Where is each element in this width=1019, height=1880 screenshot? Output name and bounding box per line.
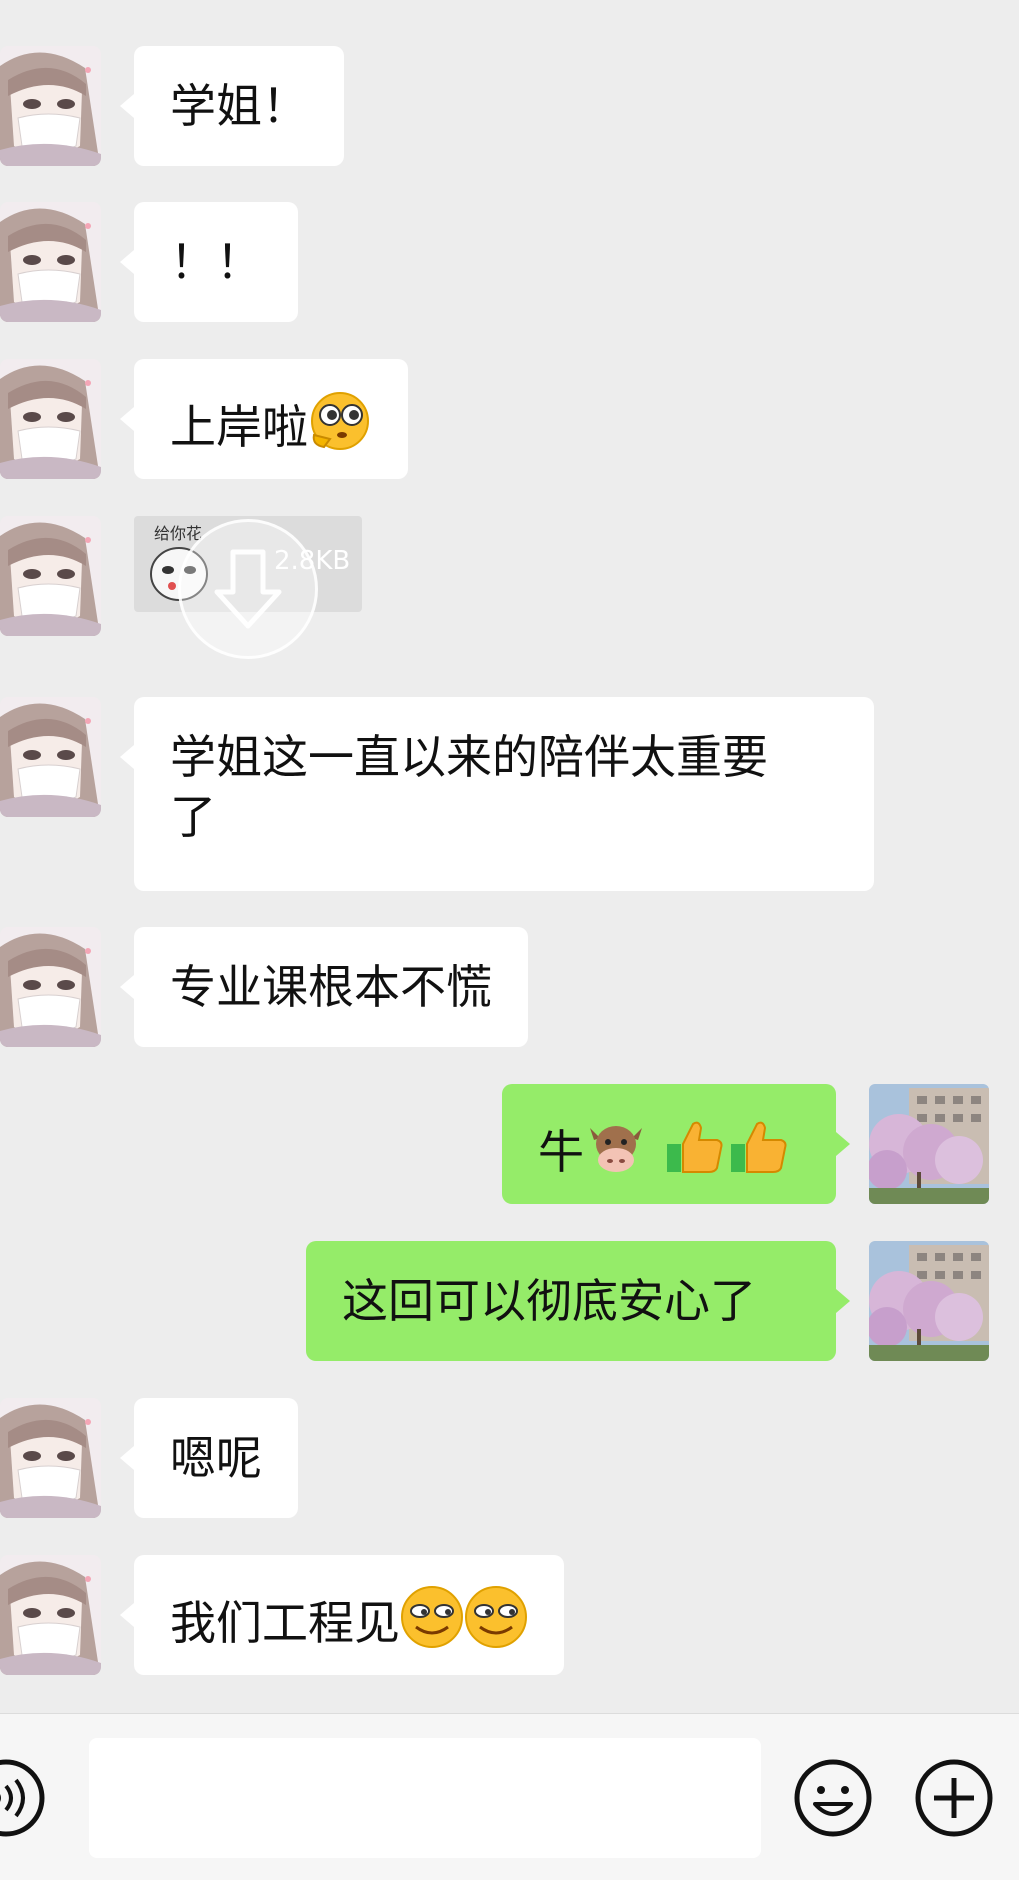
pleading-face-emoji xyxy=(308,389,372,453)
message-row: 牛 xyxy=(0,1084,1019,1204)
contact-avatar[interactable] xyxy=(0,359,101,479)
contact-avatar[interactable] xyxy=(0,1555,101,1675)
message-text: 嗯呢 xyxy=(170,1431,262,1485)
message-row: 学姐这一直以来的陪伴太重要 了 xyxy=(0,697,1019,891)
message-input[interactable] xyxy=(89,1738,761,1858)
message-text: 牛 xyxy=(538,1125,584,1179)
emoji-icon[interactable] xyxy=(793,1758,873,1838)
contact-avatar[interactable] xyxy=(0,927,101,1047)
my-avatar[interactable] xyxy=(869,1241,989,1361)
cow-face-emoji xyxy=(584,1114,648,1178)
message-row: 我们工程见 xyxy=(0,1555,1019,1675)
input-bar xyxy=(0,1713,1019,1880)
message-row: 上岸啦 xyxy=(0,359,1019,479)
message-bubble[interactable]: 专业课根本不慌 xyxy=(120,927,528,1047)
download-button[interactable] xyxy=(178,519,318,659)
contact-avatar[interactable] xyxy=(0,516,101,636)
message-bubble[interactable]: 这回可以彻底安心了 xyxy=(306,1241,850,1361)
message-text: 学姐！ xyxy=(170,79,308,133)
message-row: 这回可以彻底安心了 xyxy=(0,1241,1019,1361)
plus-icon[interactable] xyxy=(914,1758,994,1838)
contact-avatar[interactable] xyxy=(0,1398,101,1518)
contact-avatar[interactable] xyxy=(0,697,101,817)
thumbs-up-emoji xyxy=(663,1114,727,1178)
chat-screen: 学姐！ ！！ 上岸啦 给你花 2.8KB 学姐这一直以来的陪伴太重要 了 专业课… xyxy=(0,0,1019,1880)
message-text-line: 了 xyxy=(170,790,216,844)
message-row: 学姐！ xyxy=(0,46,1019,166)
contact-avatar[interactable] xyxy=(0,202,101,322)
smirk-emoji xyxy=(464,1585,528,1649)
message-bubble[interactable]: 嗯呢 xyxy=(120,1398,298,1518)
message-bubble[interactable]: 学姐！ xyxy=(120,46,344,166)
message-bubble[interactable]: 学姐这一直以来的陪伴太重要 了 xyxy=(120,697,874,891)
message-row: 专业课根本不慌 xyxy=(0,927,1019,1047)
message-row: ！！ xyxy=(0,202,1019,322)
smirk-emoji xyxy=(400,1585,464,1649)
contact-avatar[interactable] xyxy=(0,46,101,166)
thumbs-up-emoji xyxy=(727,1114,791,1178)
message-bubble[interactable]: 牛 xyxy=(502,1084,850,1204)
message-text: 专业课根本不慌 xyxy=(170,960,492,1014)
message-text: 我们工程见 xyxy=(170,1596,400,1650)
download-arrow-icon xyxy=(214,549,282,629)
message-text-line: 学姐这一直以来的陪伴太重要 xyxy=(170,730,768,784)
message-text: 上岸啦 xyxy=(170,400,308,454)
message-text: 这回可以彻底安心了 xyxy=(342,1274,756,1328)
message-row: 嗯呢 xyxy=(0,1398,1019,1518)
message-bubble[interactable]: 我们工程见 xyxy=(120,1555,564,1675)
voice-icon[interactable] xyxy=(0,1758,46,1838)
my-avatar[interactable] xyxy=(869,1084,989,1204)
message-row: 给你花 2.8KB xyxy=(0,516,1019,636)
message-bubble[interactable]: 上岸啦 xyxy=(120,359,408,479)
message-bubble[interactable]: ！！ xyxy=(120,202,298,322)
message-text: ！！ xyxy=(170,235,262,289)
